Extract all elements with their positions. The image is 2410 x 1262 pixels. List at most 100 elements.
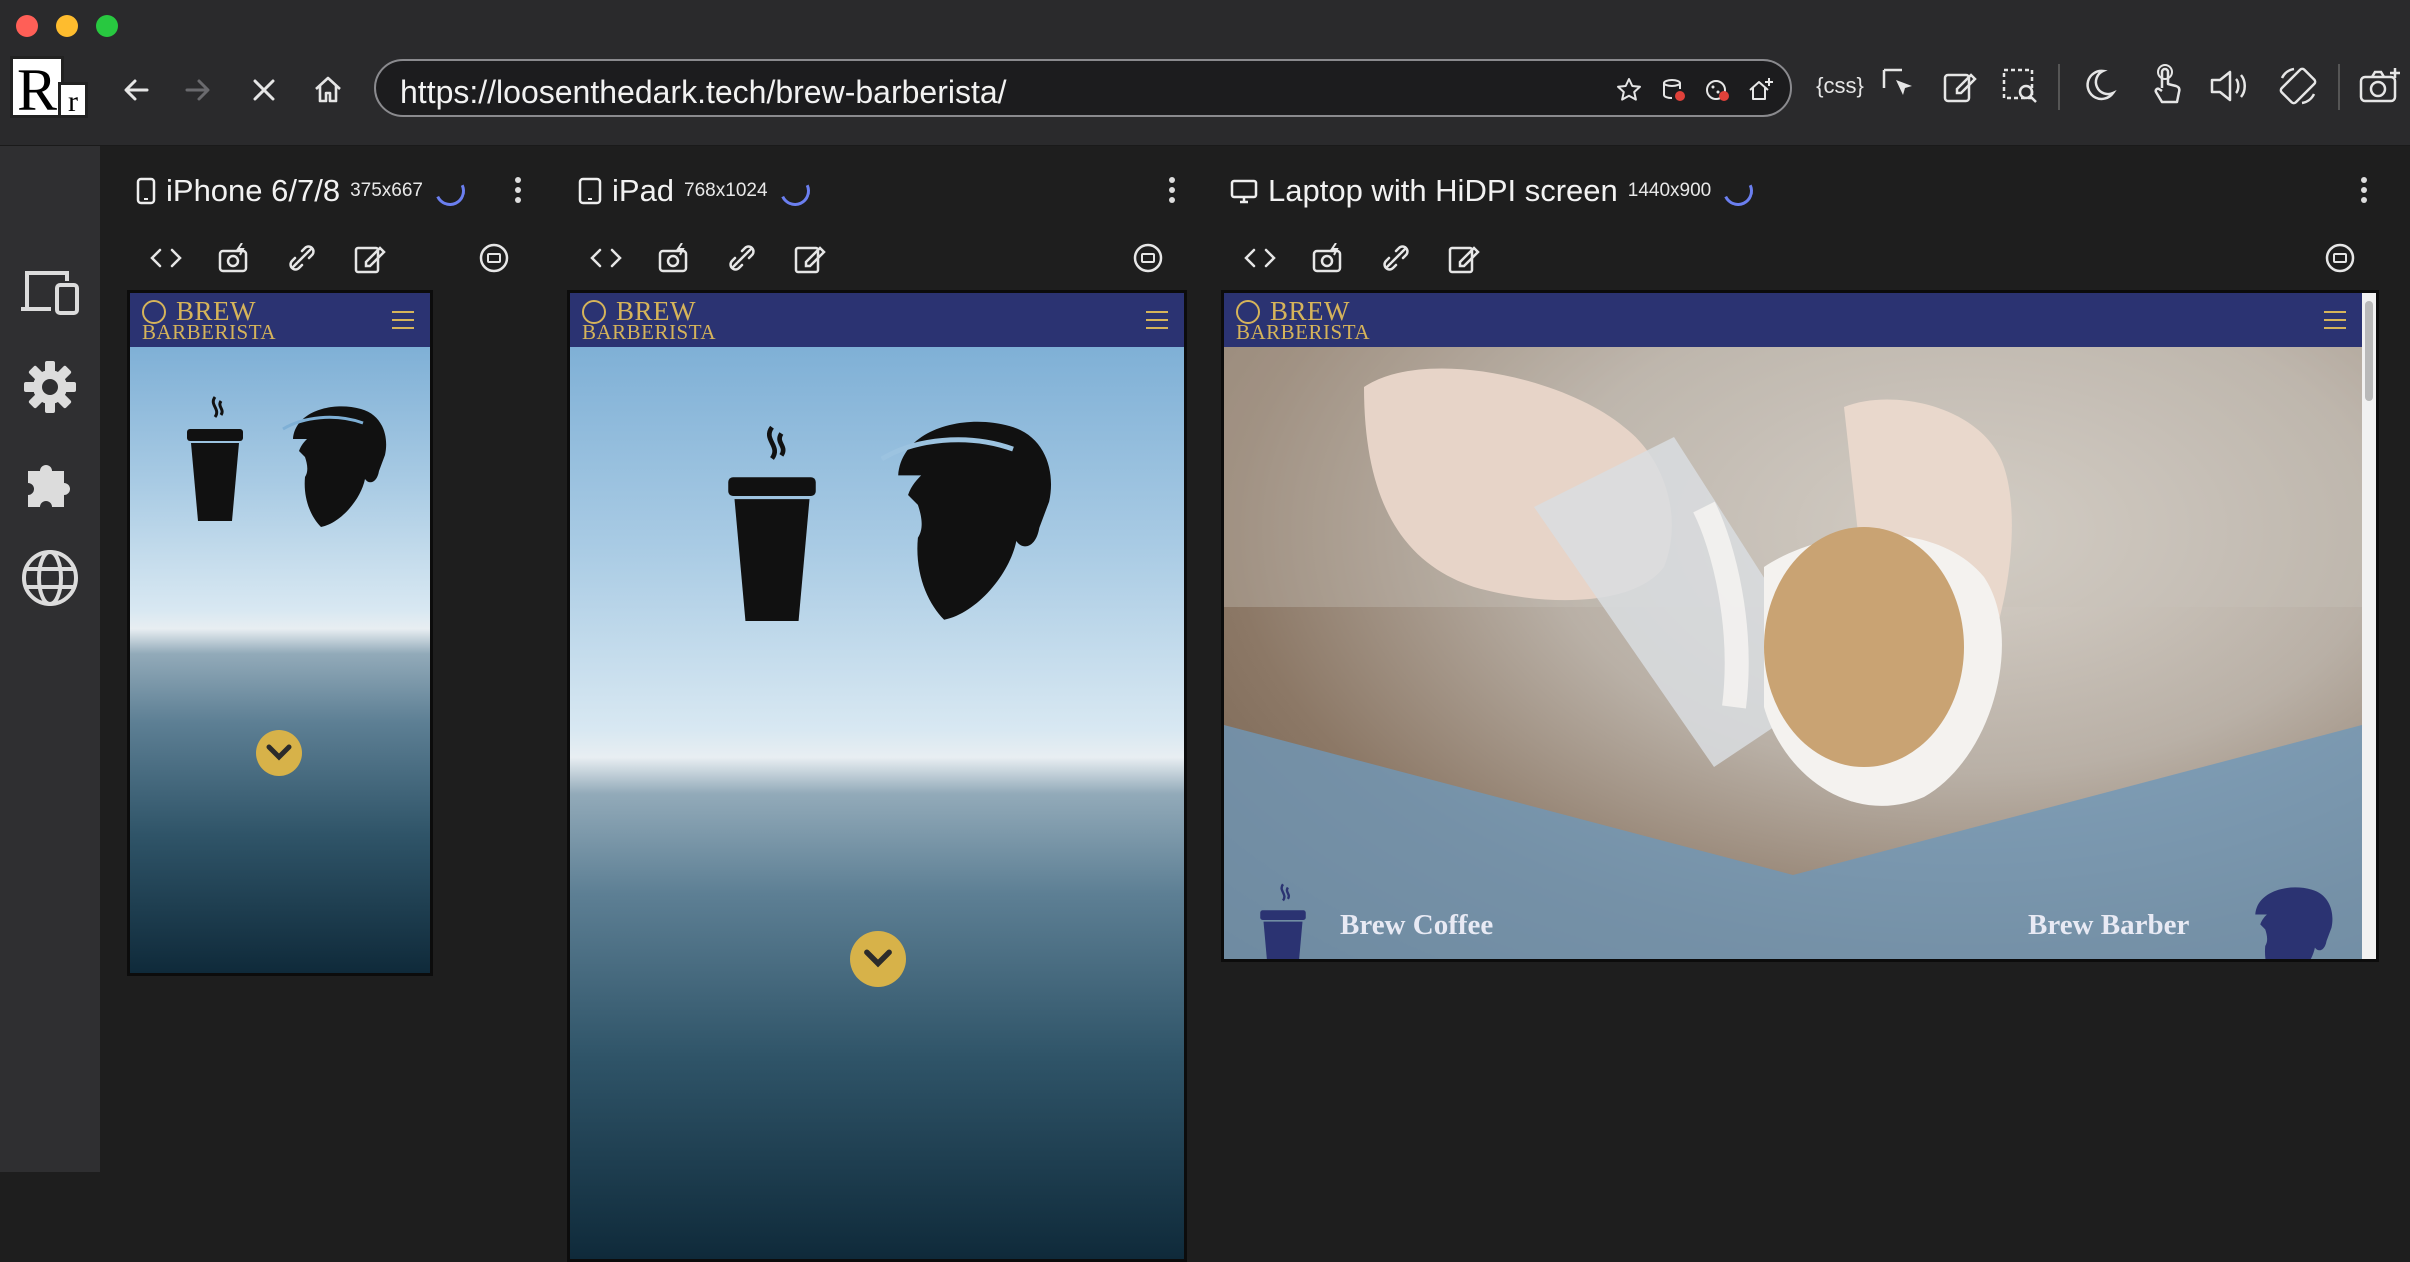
url-text[interactable]: https://loosenthedark.tech/brew-barberis… <box>400 74 1007 111</box>
hero-video <box>1224 347 2362 959</box>
scrollbar-thumb[interactable] <box>2365 301 2373 401</box>
hamburger-menu-button[interactable] <box>2324 311 2346 329</box>
coffee-cup-icon <box>187 396 243 521</box>
css-label: {css} <box>1816 73 1864 98</box>
add-to-home-icon[interactable] <box>1746 75 1776 105</box>
device-edit-button[interactable] <box>348 236 392 280</box>
minimize-window-button[interactable] <box>56 15 78 37</box>
hamburger-menu-button[interactable] <box>1146 311 1168 329</box>
site-logo[interactable]: BREW BARBERISTA <box>582 298 716 343</box>
coffee-cup-icon[interactable] <box>1258 881 1308 962</box>
device-frame-ipad[interactable]: BREW BARBERISTA <box>567 290 1187 1262</box>
scroll-down-button[interactable] <box>256 730 302 776</box>
brew-coffee-link[interactable]: Brew Coffee <box>1340 909 1493 942</box>
device-rotate-button[interactable] <box>1126 236 1170 280</box>
element-picker-button[interactable] <box>1876 62 1924 110</box>
brew-barber-link[interactable]: Brew Barber <box>2028 909 2189 942</box>
edit-icon <box>1448 246 1480 274</box>
brand-bottom-text: BARBERISTA <box>1236 320 1371 344</box>
chevron-down-icon <box>266 744 292 761</box>
device-rotate-button[interactable] <box>472 236 516 280</box>
loading-spinner <box>1719 171 1758 211</box>
extensions-button[interactable] <box>16 449 84 517</box>
edit-page-button[interactable] <box>1936 62 1984 110</box>
touch-hand-icon <box>2154 64 2181 104</box>
network-button[interactable] <box>16 544 84 612</box>
device-frame-laptop[interactable]: BREW BARBERISTA Brew Coffee Brew Barber <box>1221 290 2379 962</box>
window-titlebar <box>0 0 2410 50</box>
device-menu-button[interactable] <box>2354 170 2374 210</box>
monitor-icon <box>1230 179 1258 204</box>
settings-button[interactable] <box>16 353 84 421</box>
rotate-device-icon <box>2279 67 2317 105</box>
toggle-devtools-button[interactable] <box>1238 236 1282 280</box>
cookie-icon[interactable] <box>1702 75 1732 105</box>
scroll-down-button[interactable] <box>850 931 906 987</box>
forward-button[interactable] <box>176 68 220 112</box>
disable-sync-button[interactable] <box>280 236 324 280</box>
device-size: 768x1024 <box>684 180 768 201</box>
device-menu-button[interactable] <box>508 170 528 210</box>
stop-loading-button[interactable] <box>242 68 286 112</box>
address-bar[interactable]: https://loosenthedark.tech/brew-barberis… <box>374 59 1792 117</box>
rotate-devices-button[interactable] <box>2274 62 2322 110</box>
vertical-scrollbar[interactable] <box>2362 293 2376 959</box>
device-screenshot-button[interactable] <box>212 236 256 280</box>
device-screenshot-button[interactable] <box>652 236 696 280</box>
coffee-cup-icon <box>728 425 816 621</box>
brand-seal-icon <box>1236 300 1260 324</box>
devices-button[interactable] <box>16 258 84 326</box>
dark-mode-button[interactable] <box>2074 62 2122 110</box>
arrow-left-icon <box>124 79 149 101</box>
device-screenshot-button[interactable] <box>1306 236 1350 280</box>
arrow-right-icon <box>185 79 210 101</box>
bookmark-star-icon[interactable] <box>1614 75 1644 105</box>
touch-simulation-button[interactable] <box>2142 62 2190 110</box>
device-header-iphone: iPhone 6/7/8 375x667 <box>136 166 470 216</box>
mute-audio-button[interactable] <box>2206 62 2254 110</box>
device-name: iPad <box>612 173 675 208</box>
device-size: 1440x900 <box>1627 180 1712 201</box>
code-brackets-icon <box>590 248 622 268</box>
css-inspector-button[interactable]: {css} <box>1810 62 1870 110</box>
edit-icon <box>354 246 386 274</box>
code-brackets-icon <box>150 248 182 268</box>
device-header-ipad: iPad 768x1024 <box>578 166 814 216</box>
site-logo[interactable]: BREW BARBERISTA <box>1236 298 1370 343</box>
device-edit-button[interactable] <box>788 236 832 280</box>
toolbar-separator <box>2338 64 2340 110</box>
toggle-devtools-button[interactable] <box>144 236 188 280</box>
close-window-button[interactable] <box>16 15 38 37</box>
storage-database-icon[interactable] <box>1658 75 1688 105</box>
home-button[interactable] <box>306 68 350 112</box>
loading-spinner <box>430 171 470 211</box>
device-menu-button[interactable] <box>1162 170 1182 210</box>
devices-icon <box>21 271 79 315</box>
loading-spinner <box>775 171 814 211</box>
edit-icon <box>794 246 826 274</box>
device-rotate-button[interactable] <box>2318 236 2362 280</box>
mobile-phone-icon <box>136 177 156 205</box>
disable-sync-button[interactable] <box>720 236 764 280</box>
back-button[interactable] <box>114 68 158 112</box>
unlink-icon <box>289 245 315 271</box>
brand-seal-icon <box>582 300 606 324</box>
rotate-circle-icon <box>1133 243 1163 273</box>
rotate-circle-icon <box>479 243 509 273</box>
zoom-window-button[interactable] <box>96 15 118 37</box>
site-header: BREW BARBERISTA <box>570 293 1184 347</box>
screenshot-area-button[interactable] <box>1996 62 2044 110</box>
toggle-devtools-button[interactable] <box>584 236 628 280</box>
app-logo-small-letter: r <box>58 82 88 118</box>
screenshot-button[interactable] <box>2356 62 2404 110</box>
brand-bottom-text: BARBERISTA <box>142 320 277 344</box>
device-frame-iphone[interactable]: BREW BARBERISTA <box>127 290 433 976</box>
hamburger-menu-button[interactable] <box>392 311 414 329</box>
disable-sync-button[interactable] <box>1374 236 1418 280</box>
moon-icon <box>2086 69 2117 101</box>
edit-icon <box>1943 73 1977 103</box>
site-logo[interactable]: BREW BARBERISTA <box>142 298 276 343</box>
brand-seal-icon <box>142 300 166 324</box>
bearded-man-icon[interactable] <box>2240 883 2336 962</box>
device-edit-button[interactable] <box>1442 236 1486 280</box>
